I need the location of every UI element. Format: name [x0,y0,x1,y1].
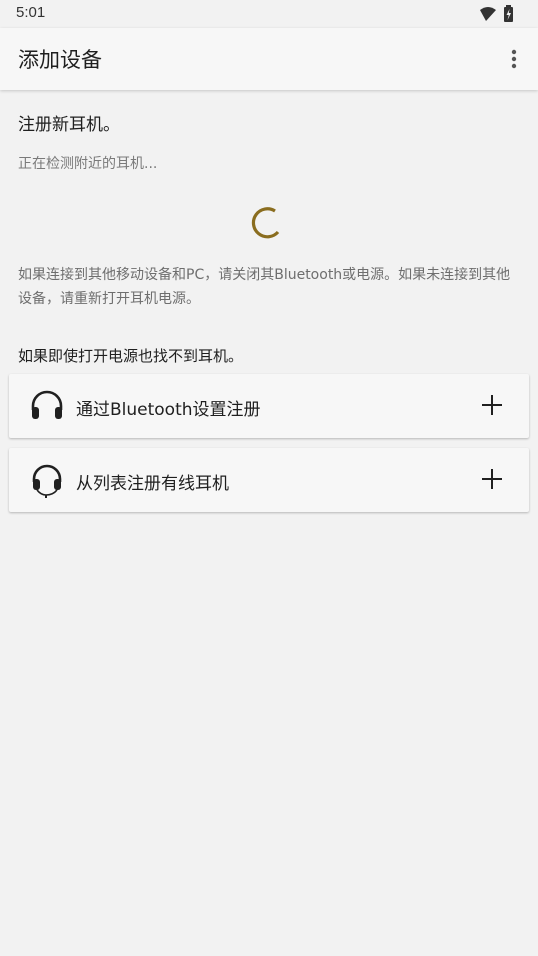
status-icons [480,5,513,22]
wifi-icon [480,7,496,21]
status-bar: 5:01 [0,0,538,28]
detecting-status: 正在检测附近的耳机... [18,156,158,172]
bluetooth-settings-option[interactable]: 通过Bluetooth设置注册 [9,374,529,438]
section-heading: 注册新耳机。 [18,115,120,135]
loading-spinner [251,207,280,239]
battery-charging-icon [504,5,513,22]
help-label: 如果即使打开电源也找不到耳机。 [18,347,244,365]
status-time: 5:01 [16,4,46,21]
headphones-icon [31,390,63,419]
option-label: 通过Bluetooth设置注册 [76,400,261,420]
app-bar: 添加设备 [0,28,538,90]
page-title: 添加设备 [18,48,102,72]
option-label: 从列表注册有线耳机 [76,474,229,494]
more-vert-icon[interactable] [504,47,524,71]
plus-icon[interactable] [481,394,503,416]
wired-headphones-icon [32,464,62,498]
info-text: 如果连接到其他移动设备和PC，请关闭其Bluetooth或电源。如果未连接到其他… [18,267,511,307]
plus-icon[interactable] [481,468,503,490]
wired-headphones-option[interactable]: 从列表注册有线耳机 [9,448,529,512]
